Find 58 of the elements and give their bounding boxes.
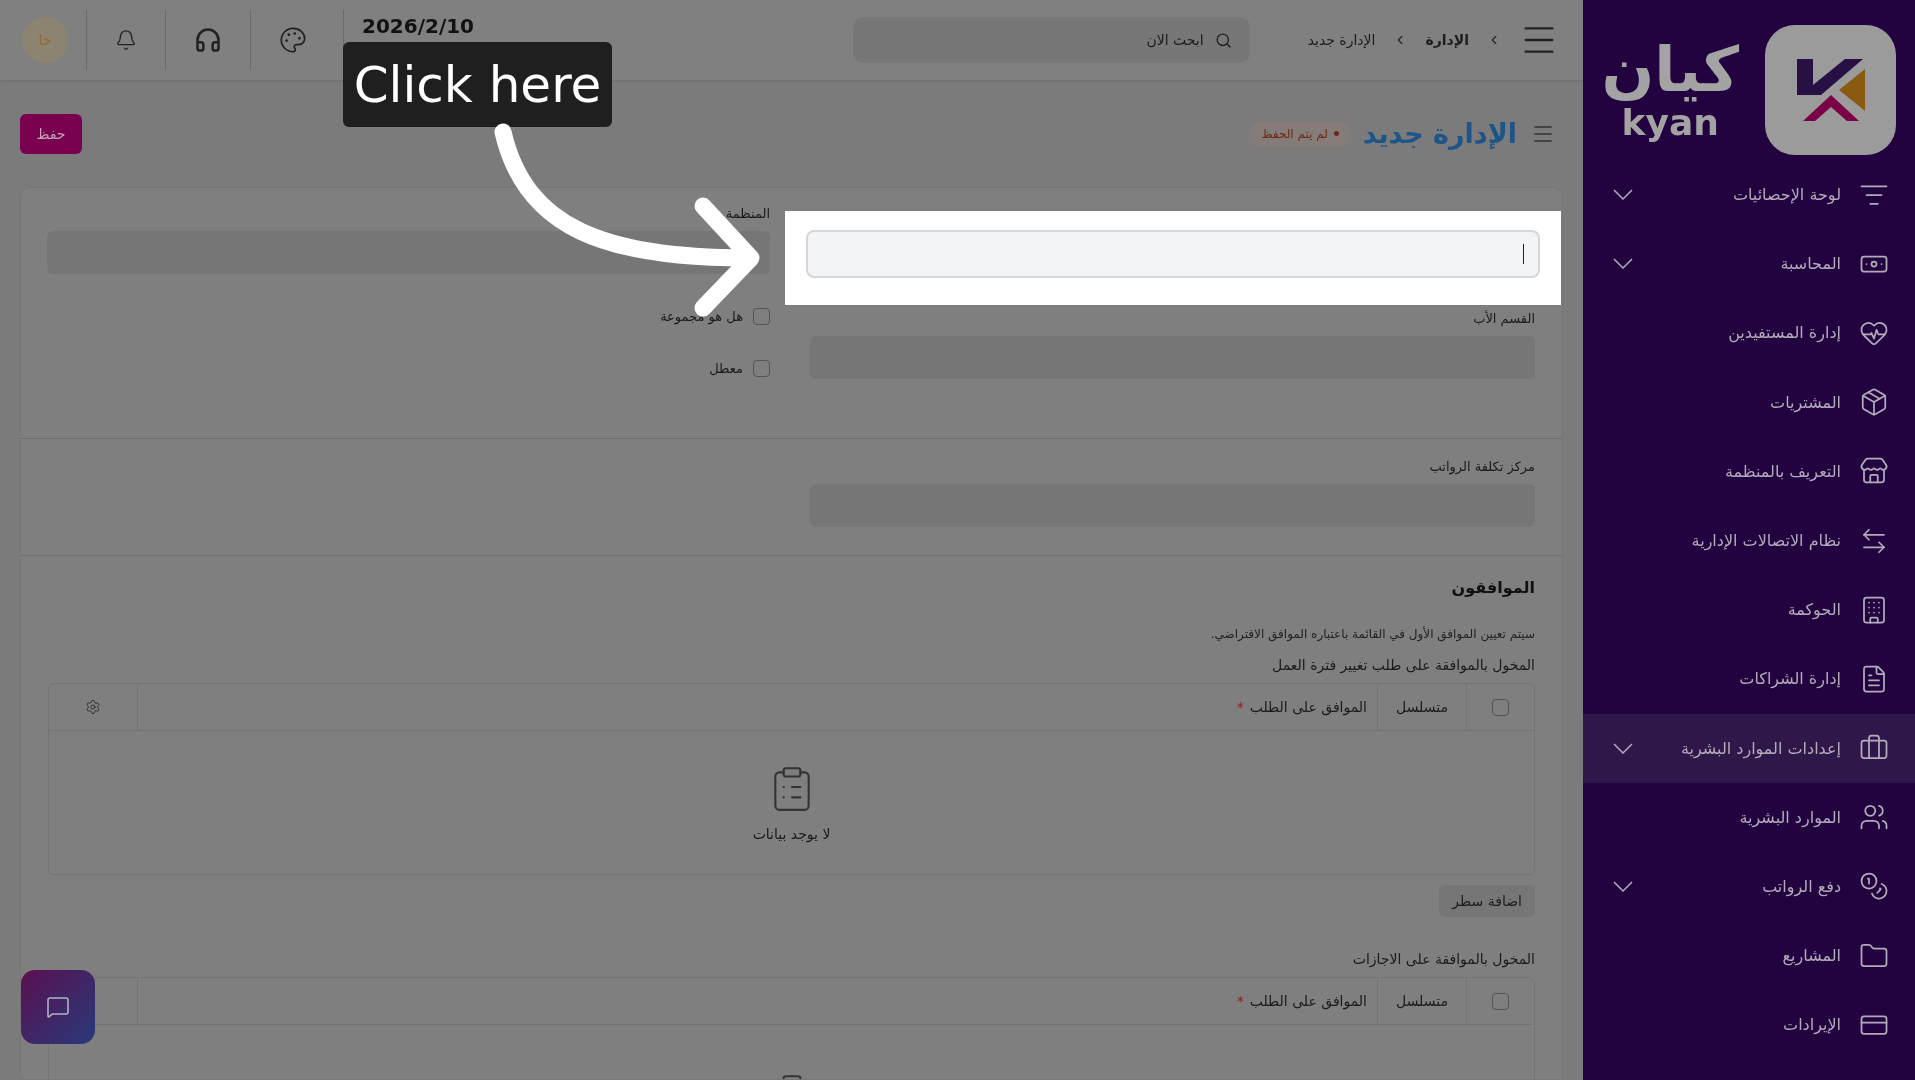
sidebar-item[interactable]: المشاريع [1583,921,1915,991]
sidebar-item[interactable]: المحاسبة [1583,229,1915,299]
settings-icon[interactable] [85,699,101,715]
checkbox[interactable] [753,359,770,377]
field-label: المنظمة [724,206,770,221]
headset-icon[interactable] [194,26,222,54]
search-field[interactable]: ابحث الان [852,17,1250,63]
status-badge: لم يتم الحفظ [1251,121,1349,146]
sidebar-item[interactable]: الحوكمة [1583,575,1915,645]
note-text: سيتم تعيين الموافق الأول في القائمة باعتباره الموافق الافتراضي. [1209,627,1535,641]
sidebar-item[interactable]: لوحة الإحصائيات [1583,160,1915,230]
chevron-down-icon [1613,742,1633,754]
tooltip-callout: Click here [343,42,612,127]
sidebar-item[interactable]: الإيرادات [1583,990,1915,1060]
add-row-button[interactable]: اضافة سطر [1439,885,1535,917]
sidebar-item[interactable]: إدارة المستفيدين [1583,298,1915,368]
checkbox[interactable] [1492,992,1509,1010]
sidebar-item[interactable]: إعدادات الموارد البشرية [1583,713,1915,783]
chevron-down-icon [1613,258,1633,270]
column-header: الموافق على الطلب * [1235,993,1368,1009]
sidebar-item[interactable]: دفع الرواتب [1583,851,1915,922]
column-header: الموافق على الطلب * [1235,699,1368,715]
checkbox[interactable] [1492,698,1509,716]
checkbox-label: هل هو مجموعة [660,308,743,324]
field-label: مركز تكلفة الرواتب [1428,459,1535,474]
menu-item-icon [1859,871,1889,902]
section-title: الموافقون [1450,578,1535,597]
table-title: المخول بالموافقة على طلب تغيير فترة العمل [1271,657,1535,673]
sidebar-item[interactable]: التعريف بالمنظمة [1583,436,1915,506]
text-cursor [1523,244,1524,264]
sidebar-item[interactable]: المشتريات [1583,367,1915,437]
page-title: الإدارة جديد [1362,118,1517,149]
bell-icon[interactable] [115,29,137,51]
chevron-down-icon [1613,189,1633,201]
logo-text: kyan [1621,105,1719,141]
chat-button[interactable] [21,970,95,1044]
search-icon [1214,32,1232,49]
column-header: متسلسل [1395,699,1449,715]
sidebar-item[interactable]: نظام الاتصالات الإدارية [1583,505,1915,576]
chevron-down-icon [1613,880,1633,892]
save-button[interactable]: حفظ [20,113,82,154]
menu-item-icon [1859,387,1889,418]
column-header: متسلسل [1395,993,1449,1009]
table-title: المخول بالموافقة على الاجازات [1351,951,1535,967]
chat-icon [46,995,70,1019]
palette-icon[interactable] [279,26,307,54]
field-label: القسم الأب [1472,311,1535,326]
sidebar-item[interactable]: إدارة الشراكات [1583,644,1915,714]
checkbox-label: معطل [709,360,743,376]
date-text: 2026/2/10 [362,14,475,38]
breadcrumb-current: الإدارة جديد [1307,32,1376,48]
logo-icon [1765,25,1896,155]
checkbox[interactable] [753,307,770,325]
sidebar-item[interactable]: الموارد البشرية [1583,782,1915,852]
logo-arabic-text: كيان [1601,39,1739,101]
empty-state-text: لا يوجد بيانات [752,825,831,842]
input-field[interactable] [806,230,1540,278]
breadcrumb-link[interactable]: الإدارة [1425,32,1469,48]
